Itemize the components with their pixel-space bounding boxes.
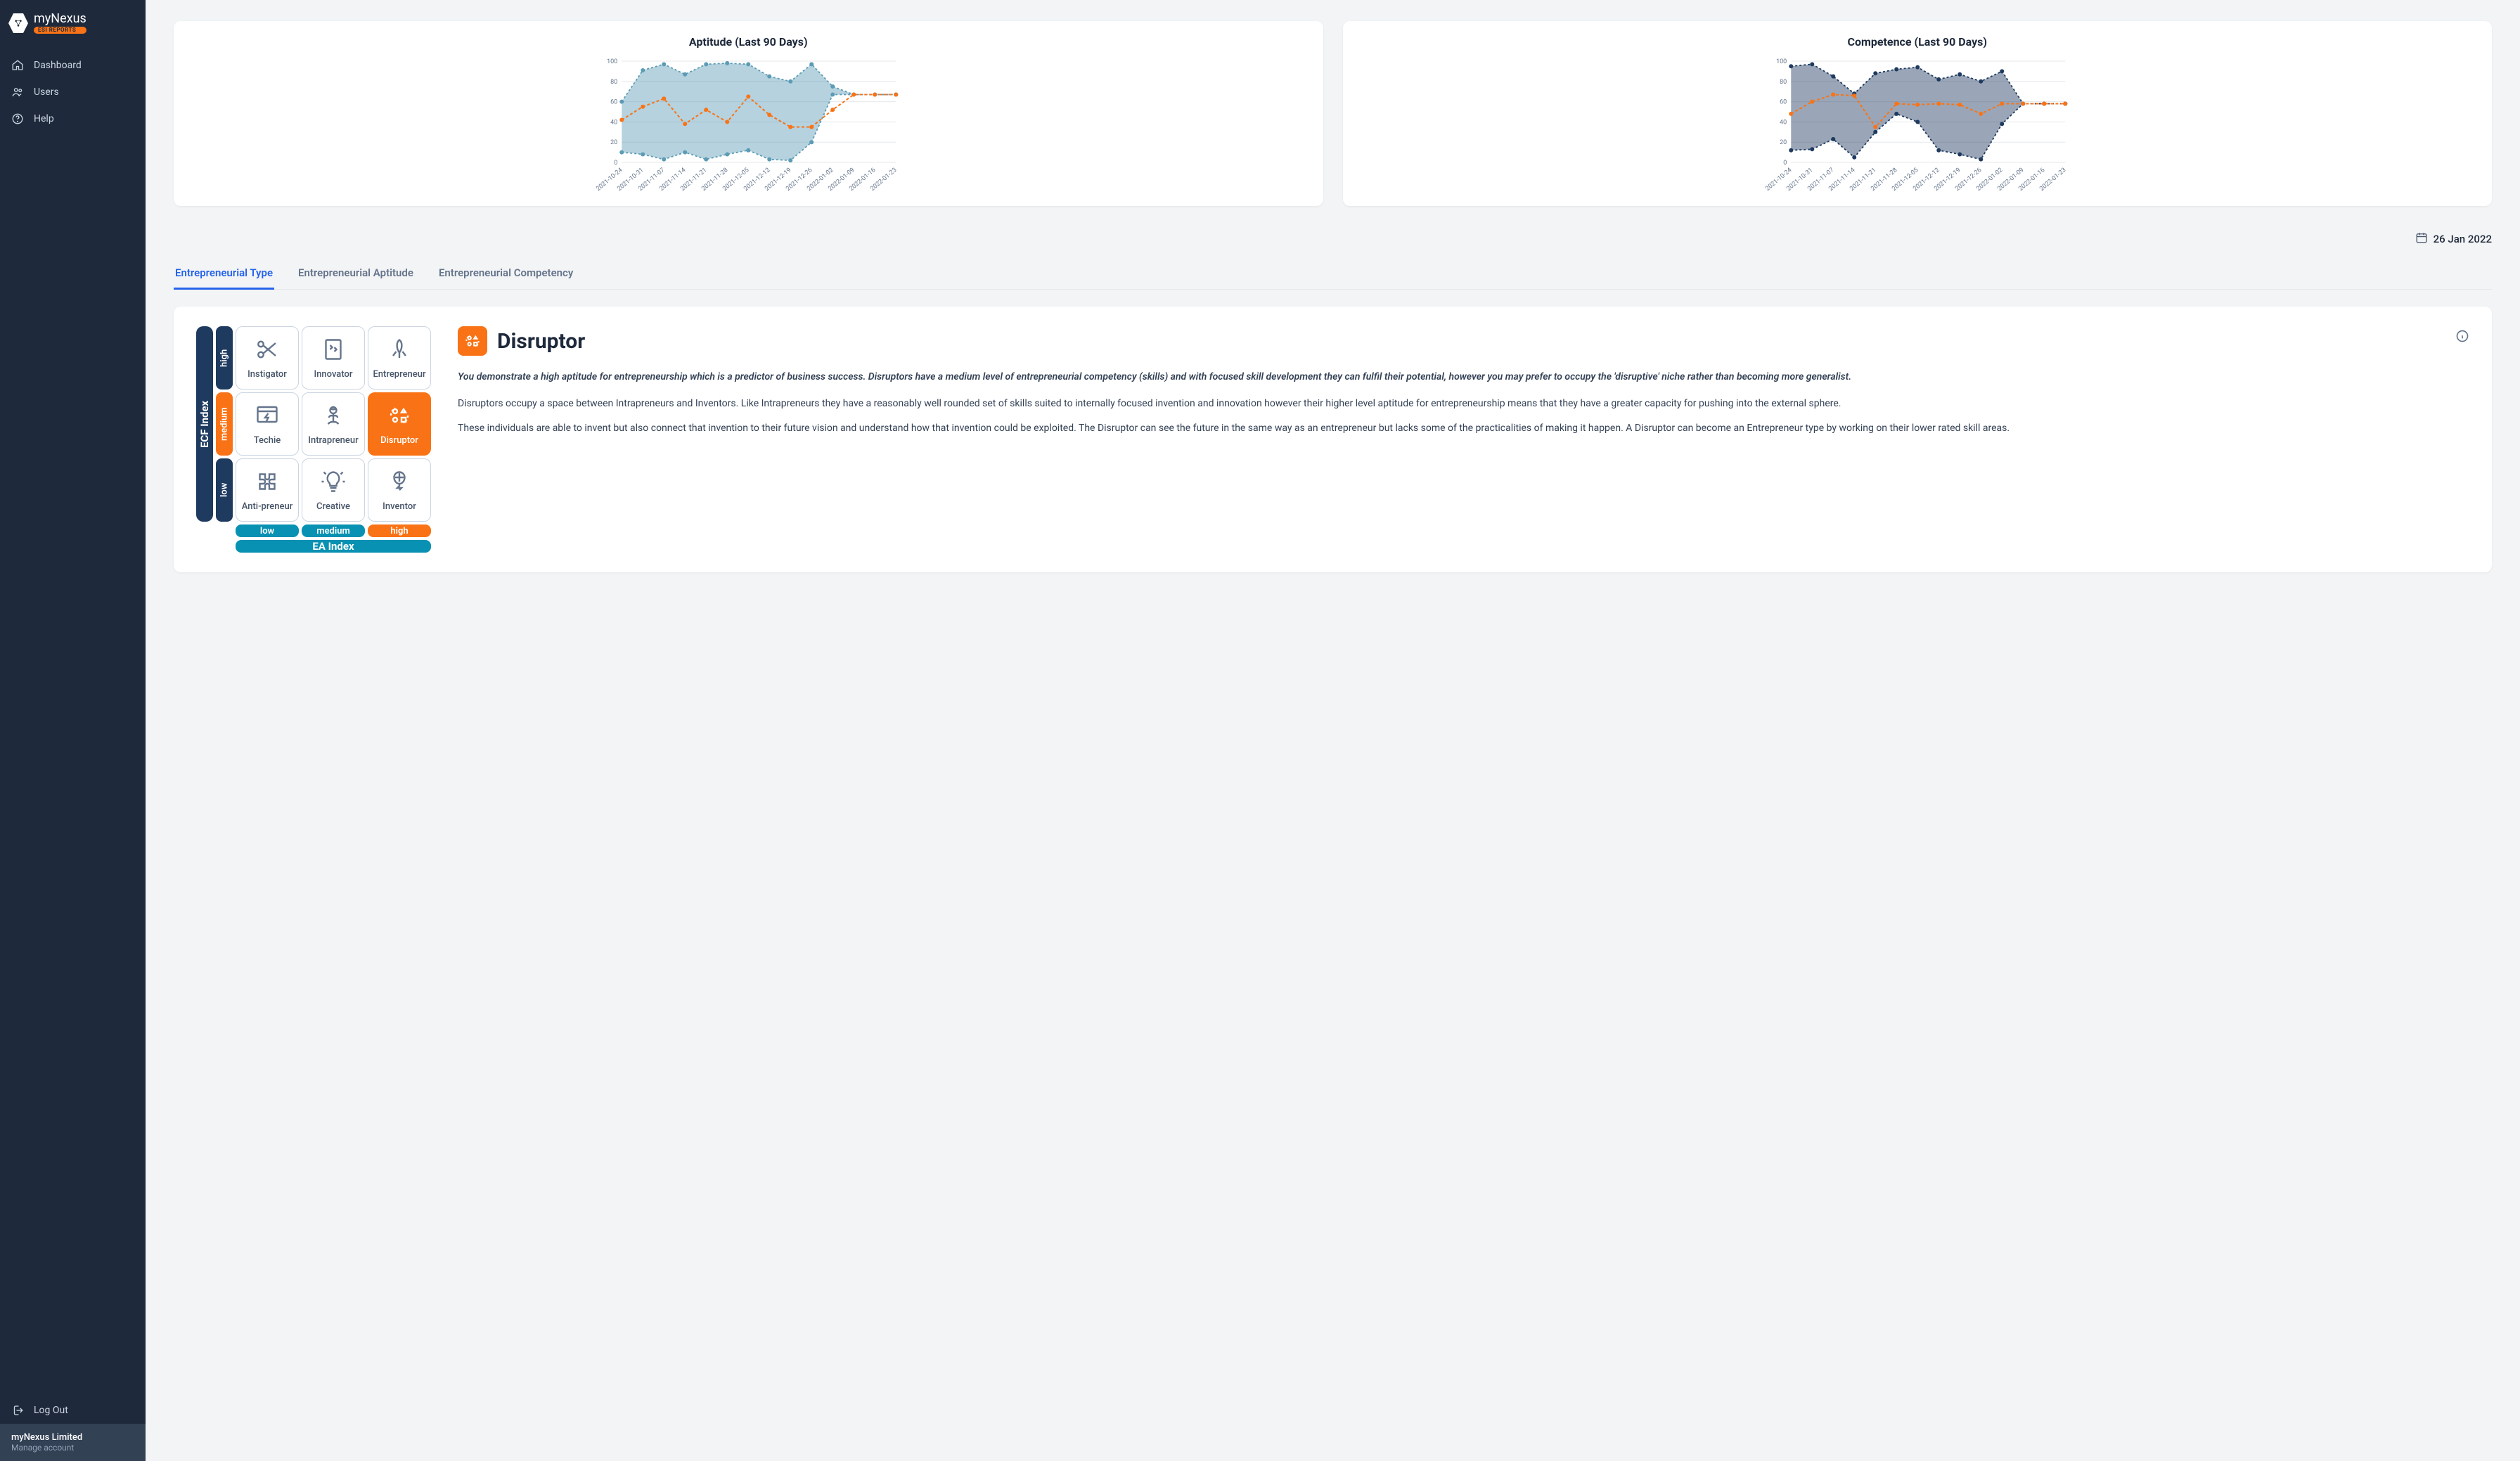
users-icon (11, 86, 24, 98)
info-icon[interactable] (2455, 329, 2469, 343)
tabs: Entrepreneurial Type Entrepreneurial Apt… (174, 258, 2492, 290)
nav-label: Help (34, 113, 54, 124)
aptitude-chart: 0204060801002021-10-242021-10-312021-11-… (185, 57, 1312, 198)
type-techie[interactable]: Techie (236, 392, 299, 456)
home-icon (11, 59, 24, 72)
puzzle-icon (255, 469, 280, 497)
tab-entrepreneurial-competency[interactable]: Entrepreneurial Competency (437, 258, 574, 290)
ecf-axis-label: ECF Index (196, 326, 213, 522)
svg-text:60: 60 (610, 99, 617, 106)
growth-icon (321, 403, 346, 431)
nav-help[interactable]: Help (0, 105, 146, 132)
date-label: 26 Jan 2022 (2434, 233, 2492, 245)
type-label: Entrepreneur (373, 369, 425, 380)
chart-title: Competence (Last 90 Days) (1354, 35, 2481, 49)
svg-text:20: 20 (1780, 139, 1787, 146)
ecf-tick-high: high (216, 326, 233, 390)
balloon-icon (387, 469, 412, 497)
brand-name: myNexus (34, 13, 86, 25)
ea-axis-label: EA Index (236, 540, 431, 553)
type-antipreneur[interactable]: Anti-preneur (236, 458, 299, 522)
competence-chart: 0204060801002021-10-242021-10-312021-11-… (1354, 57, 2481, 198)
logo-icon (8, 13, 28, 33)
logout-icon (11, 1404, 24, 1417)
tab-entrepreneurial-aptitude[interactable]: Entrepreneurial Aptitude (297, 258, 415, 290)
svg-text:0: 0 (1783, 160, 1787, 167)
lightning-browser-icon (255, 403, 280, 431)
type-label: Techie (254, 435, 281, 446)
ecf-tick-low: low (216, 458, 233, 522)
disruptor-badge-icon (458, 326, 487, 356)
type-entrepreneur[interactable]: Entrepreneur (368, 326, 431, 390)
calendar-icon (2415, 231, 2428, 247)
nav-label: Users (34, 86, 59, 98)
account-manage: Manage account (11, 1443, 134, 1453)
nav-logout[interactable]: Log Out (0, 1397, 146, 1424)
detail-paragraph: Disruptors occupy a space between Intrap… (458, 397, 2469, 412)
svg-text:40: 40 (1780, 119, 1787, 126)
type-label: Disruptor (380, 435, 418, 446)
help-icon (11, 112, 24, 125)
competence-chart-card: Competence (Last 90 Days) 02040608010020… (1343, 21, 2493, 206)
ea-tick-high: high (368, 524, 431, 537)
nav-dashboard[interactable]: Dashboard (0, 52, 146, 79)
type-label: Anti-preneur (242, 501, 293, 512)
report-date: 26 Jan 2022 (174, 231, 2492, 247)
svg-text:40: 40 (610, 119, 617, 126)
document-icon (321, 337, 346, 365)
detail-title: Disruptor (497, 329, 585, 354)
svg-text:20: 20 (610, 139, 617, 146)
type-creative[interactable]: Creative (302, 458, 365, 522)
nav-users[interactable]: Users (0, 79, 146, 105)
svg-text:100: 100 (1776, 58, 1787, 65)
type-instigator[interactable]: Instigator (236, 326, 299, 390)
type-matrix: ECF Index high medium low Instigator Inn… (196, 326, 435, 553)
svg-text:0: 0 (614, 160, 617, 167)
nav-label: Dashboard (34, 60, 82, 71)
brand-badge: ESI REPORTS (34, 27, 86, 34)
type-detail-card: ECF Index high medium low Instigator Inn… (174, 307, 2492, 572)
aptitude-chart-card: Aptitude (Last 90 Days) 0204060801002021… (174, 21, 1323, 206)
account-section[interactable]: myNexus Limited Manage account (0, 1424, 146, 1461)
type-innovator[interactable]: Innovator (302, 326, 365, 390)
disruptor-icon (387, 403, 412, 431)
type-label: Instigator (248, 369, 287, 380)
scissors-icon (255, 337, 280, 365)
nav: Dashboard Users Help (0, 46, 146, 1397)
svg-text:60: 60 (1780, 99, 1787, 106)
type-label: Intrapreneur (308, 435, 358, 446)
nav-label: Log Out (34, 1405, 68, 1416)
type-label: Innovator (314, 369, 353, 380)
detail-paragraph: These individuals are able to invent but… (458, 421, 2469, 437)
account-name: myNexus Limited (11, 1432, 134, 1443)
type-intrapreneur[interactable]: Intrapreneur (302, 392, 365, 456)
type-inventor[interactable]: Inventor (368, 458, 431, 522)
svg-text:100: 100 (607, 58, 617, 65)
ea-tick-low: low (236, 524, 299, 537)
main-content: Aptitude (Last 90 Days) 0204060801002021… (146, 0, 2520, 1461)
lightbulb-icon (321, 469, 346, 497)
svg-text:80: 80 (1780, 79, 1787, 86)
chart-title: Aptitude (Last 90 Days) (185, 35, 1312, 49)
type-label: Creative (316, 501, 350, 512)
type-label: Inventor (382, 501, 416, 512)
sidebar: myNexus ESI REPORTS Dashboard Users Help… (0, 0, 146, 1461)
tab-entrepreneurial-type[interactable]: Entrepreneurial Type (174, 258, 274, 290)
svg-text:80: 80 (610, 79, 617, 86)
ea-tick-medium: medium (302, 524, 365, 537)
rocket-icon (387, 337, 412, 365)
type-disruptor[interactable]: Disruptor (368, 392, 431, 456)
ecf-tick-medium: medium (216, 392, 233, 456)
detail-intro: You demonstrate a high aptitude for entr… (458, 370, 2469, 385)
logo: myNexus ESI REPORTS (0, 0, 146, 46)
